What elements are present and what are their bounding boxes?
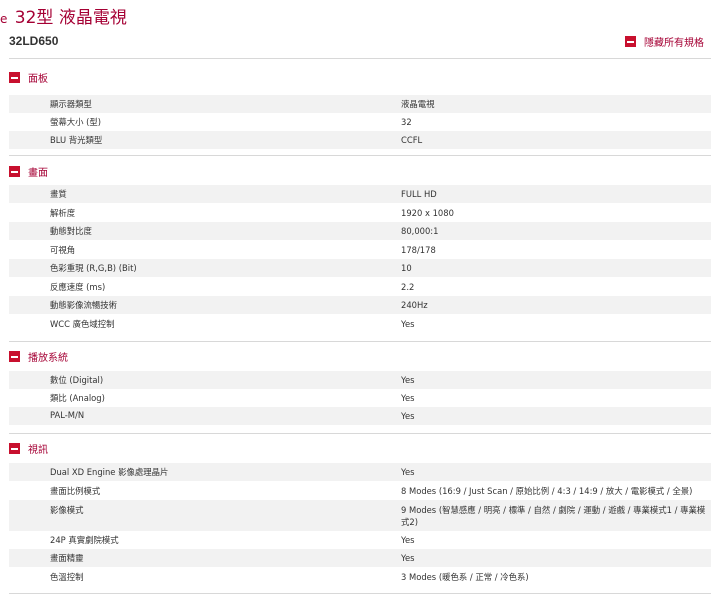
spec-value: Yes bbox=[401, 535, 415, 545]
title-mark: e bbox=[0, 12, 8, 26]
divider bbox=[9, 433, 711, 434]
spec-label: 動態對比度 bbox=[50, 226, 92, 236]
collapse-icon bbox=[9, 166, 20, 177]
spec-row: BLU 背光類型 CCFL bbox=[9, 131, 711, 149]
spec-row: 數位 (Digital) Yes bbox=[9, 371, 711, 389]
spec-value: 8 Modes (16:9 / Just Scan / 原始比例 / 4:3 /… bbox=[401, 486, 693, 496]
spec-row: 顯示器類型 液晶電視 bbox=[9, 95, 711, 113]
spec-row: 畫質 FULL HD bbox=[9, 185, 711, 203]
spec-row: 色彩重現 (R,G,B) (Bit) 10 bbox=[9, 259, 711, 277]
spec-value: 178/178 bbox=[401, 245, 436, 255]
spec-label: Dual XD Engine 影像處理晶片 bbox=[50, 467, 169, 477]
section-header-broadcast[interactable]: 播放系統 bbox=[9, 349, 68, 364]
divider bbox=[9, 155, 711, 156]
section-title: 畫面 bbox=[28, 168, 48, 179]
spec-value: Yes bbox=[401, 375, 415, 385]
model-number: 32LD650 bbox=[9, 34, 59, 48]
hide-all-specs-button[interactable]: 隱藏所有規格 bbox=[625, 34, 704, 49]
spec-value: 液晶電視 bbox=[401, 99, 435, 109]
divider bbox=[9, 341, 711, 342]
spec-value: 80,000:1 bbox=[401, 226, 439, 236]
section-title: 視訊 bbox=[28, 445, 48, 456]
spec-row: 螢幕大小 (型) 32 bbox=[9, 113, 711, 131]
spec-label: 畫面比例模式 bbox=[50, 486, 101, 496]
spec-value: 3 Modes (暖色系 / 正常 / 冷色系) bbox=[401, 572, 529, 582]
spec-label: 類比 (Analog) bbox=[50, 393, 105, 403]
page-title: e 32型 液晶電視 bbox=[0, 3, 127, 29]
page-title-text: 32型 液晶電視 bbox=[14, 8, 127, 28]
spec-label: 反應速度 (ms) bbox=[50, 282, 106, 292]
spec-label: 可視角 bbox=[50, 245, 76, 255]
spec-value: CCFL bbox=[401, 135, 423, 145]
spec-row: PAL-M/N Yes bbox=[9, 407, 711, 425]
spec-value: Yes bbox=[401, 393, 415, 403]
spec-label: WCC 廣色域控制 bbox=[50, 319, 115, 329]
spec-label: 色彩重現 (R,G,B) (Bit) bbox=[50, 263, 137, 273]
spec-row: 畫面比例模式 8 Modes (16:9 / Just Scan / 原始比例 … bbox=[9, 482, 711, 500]
spec-value: 1920 x 1080 bbox=[401, 208, 454, 218]
section-title: 播放系統 bbox=[28, 353, 68, 364]
hide-all-specs-label: 隱藏所有規格 bbox=[644, 38, 704, 49]
spec-value: Yes bbox=[401, 411, 415, 421]
spec-row: 可視角 178/178 bbox=[9, 241, 711, 259]
spec-label: 24P 真實劇院模式 bbox=[50, 535, 119, 545]
spec-label: 畫質 bbox=[50, 189, 67, 199]
divider bbox=[9, 593, 711, 594]
spec-row: 動態影像流暢技術 240Hz bbox=[9, 296, 711, 314]
spec-value: 240Hz bbox=[401, 300, 428, 310]
spec-row: 解析度 1920 x 1080 bbox=[9, 204, 711, 222]
divider bbox=[9, 58, 711, 59]
spec-row: 反應速度 (ms) 2.2 bbox=[9, 278, 711, 296]
spec-value: Yes bbox=[401, 467, 415, 477]
spec-value: FULL HD bbox=[401, 189, 437, 199]
spec-row: 動態對比度 80,000:1 bbox=[9, 222, 711, 240]
section-header-panel[interactable]: 面板 bbox=[9, 70, 48, 85]
spec-label: 影像模式 bbox=[50, 505, 84, 515]
spec-row: 畫面精靈 Yes bbox=[9, 549, 711, 567]
spec-value: 32 bbox=[401, 117, 412, 127]
collapse-icon bbox=[625, 36, 636, 47]
spec-value: 2.2 bbox=[401, 282, 415, 292]
spec-label: 解析度 bbox=[50, 208, 76, 218]
spec-row: 色溫控制 3 Modes (暖色系 / 正常 / 冷色系) bbox=[9, 568, 711, 586]
spec-value: Yes bbox=[401, 319, 415, 329]
spec-label: 數位 (Digital) bbox=[50, 375, 104, 385]
spec-value: 10 bbox=[401, 263, 412, 273]
spec-label: 色溫控制 bbox=[50, 572, 84, 582]
collapse-icon bbox=[9, 351, 20, 362]
section-header-picture[interactable]: 畫面 bbox=[9, 164, 48, 179]
spec-value: Yes bbox=[401, 553, 415, 563]
spec-label: 顯示器類型 bbox=[50, 99, 92, 109]
spec-row: WCC 廣色域控制 Yes bbox=[9, 315, 711, 333]
spec-label: PAL-M/N bbox=[50, 410, 85, 420]
spec-row: 24P 真實劇院模式 Yes bbox=[9, 531, 711, 549]
section-header-video[interactable]: 視訊 bbox=[9, 441, 48, 456]
spec-label: 畫面精靈 bbox=[50, 553, 84, 563]
spec-value: 9 Modes (智慧感應 / 明亮 / 標準 / 自然 / 劇院 / 運動 /… bbox=[401, 505, 706, 527]
spec-label: 螢幕大小 (型) bbox=[50, 117, 102, 127]
spec-row: 類比 (Analog) Yes bbox=[9, 389, 711, 407]
spec-label: BLU 背光類型 bbox=[50, 135, 103, 145]
section-title: 面板 bbox=[28, 74, 48, 85]
spec-row: Dual XD Engine 影像處理晶片 Yes bbox=[9, 463, 711, 481]
collapse-icon bbox=[9, 443, 20, 454]
spec-row: 影像模式 9 Modes (智慧感應 / 明亮 / 標準 / 自然 / 劇院 /… bbox=[9, 500, 711, 531]
collapse-icon bbox=[9, 72, 20, 83]
spec-label: 動態影像流暢技術 bbox=[50, 300, 117, 310]
